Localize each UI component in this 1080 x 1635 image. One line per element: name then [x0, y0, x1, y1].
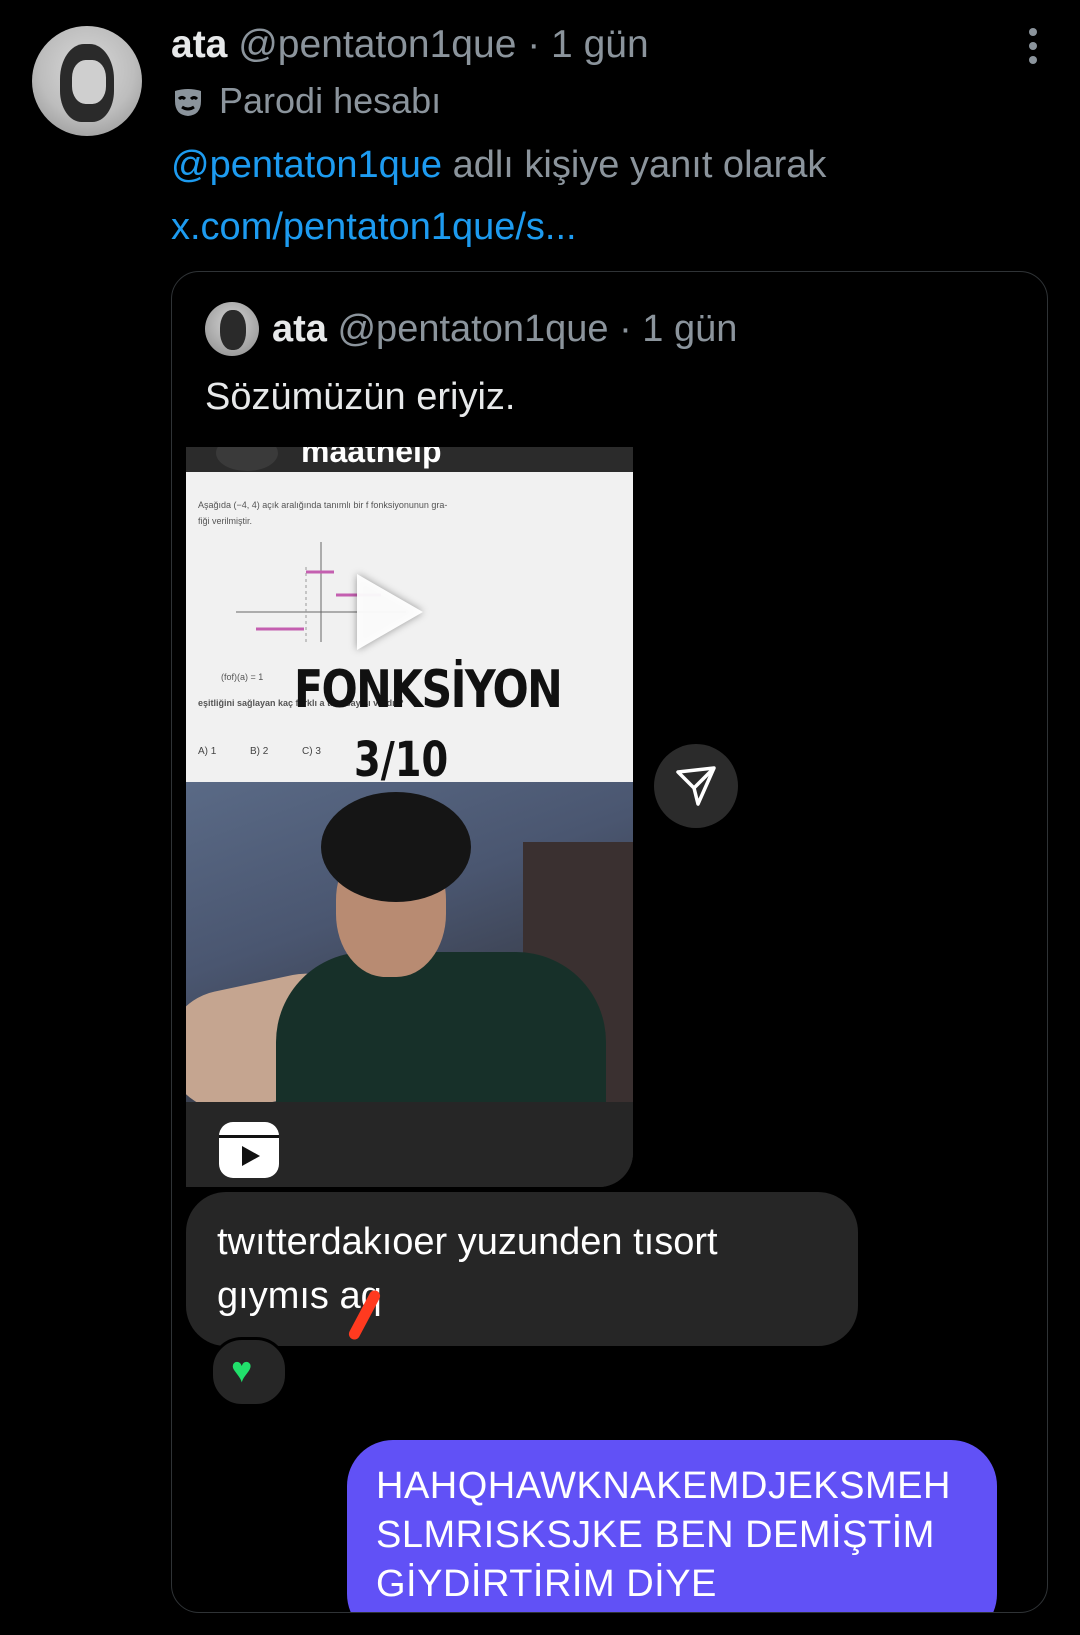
shared-reel-preview[interactable]: maathelp Aşağıda (−4, 4) açık aralığında…: [186, 447, 633, 1187]
reel-account-name: maathelp: [301, 447, 442, 469]
reels-icon: [219, 1122, 279, 1178]
quoted-post-time: · 1 gün: [619, 308, 738, 350]
quoted-author-avatar[interactable]: [205, 302, 259, 356]
parody-label: Parodi hesabı: [171, 78, 441, 124]
reply-to-link[interactable]: @pentaton1que: [171, 144, 442, 186]
overlay-score: 3/10: [354, 732, 449, 788]
reply-context: @pentaton1que adlı kişiye yanıt olarak: [171, 140, 826, 190]
incoming-message[interactable]: twıtterdakıoer yuzunden tısort gıymıs aq: [186, 1192, 858, 1346]
share-button[interactable]: [654, 744, 738, 828]
author-name[interactable]: ata: [171, 23, 227, 66]
more-options-icon[interactable]: [1026, 28, 1040, 68]
option-a: A) 1: [198, 746, 217, 757]
reel-header: maathelp: [186, 447, 633, 472]
send-icon: [676, 766, 716, 806]
outgoing-message-line3: GİYDİRTİRİM DİYE: [376, 1563, 717, 1605]
quoted-tweet-card[interactable]: ata @pentaton1que · 1 gün Sözümüzün eriy…: [171, 271, 1048, 1613]
option-b: B) 2: [250, 746, 269, 757]
heart-reaction[interactable]: ♥: [210, 1337, 288, 1407]
quoted-author-name: ata: [272, 308, 327, 350]
reel-footer: [186, 1102, 633, 1187]
reel-account-avatar: [216, 447, 278, 471]
post-time[interactable]: · 1 gün: [527, 23, 648, 66]
play-icon[interactable]: [357, 574, 423, 650]
author-row: ata @pentaton1que · 1 gün: [171, 20, 649, 70]
quoted-author-row: ata @pentaton1que · 1 gün: [272, 302, 737, 356]
outgoing-message[interactable]: HAHQHAWKNAKEMDJEKSMEH SLMRISKSJKE BEN DE…: [347, 1440, 997, 1612]
green-heart-icon: ♥: [231, 1349, 253, 1390]
author-avatar[interactable]: [32, 26, 142, 136]
parody-label-text: Parodi hesabı: [219, 80, 442, 121]
outgoing-message-line2: SLMRISKSJKE BEN DEMİŞTİM: [376, 1514, 935, 1556]
author-handle[interactable]: @pentaton1que: [238, 23, 516, 66]
incoming-message-line1: twıtterdakıoer yuzunden tısort: [217, 1221, 718, 1263]
overlay-title: FONKSİYON: [294, 660, 563, 720]
tweet-link[interactable]: x.com/pentaton1que/s...: [171, 202, 577, 252]
mask-icon: [175, 89, 201, 116]
quoted-tweet-text: Sözümüzün eriyiz.: [205, 376, 516, 418]
quoted-author-handle: @pentaton1que: [337, 308, 609, 350]
option-c: C) 3: [302, 746, 321, 757]
outgoing-message-line1: HAHQHAWKNAKEMDJEKSMEH: [376, 1465, 951, 1507]
reply-to-suffix: adlı kişiye yanıt olarak: [442, 144, 827, 186]
video-frame: [186, 782, 633, 1102]
